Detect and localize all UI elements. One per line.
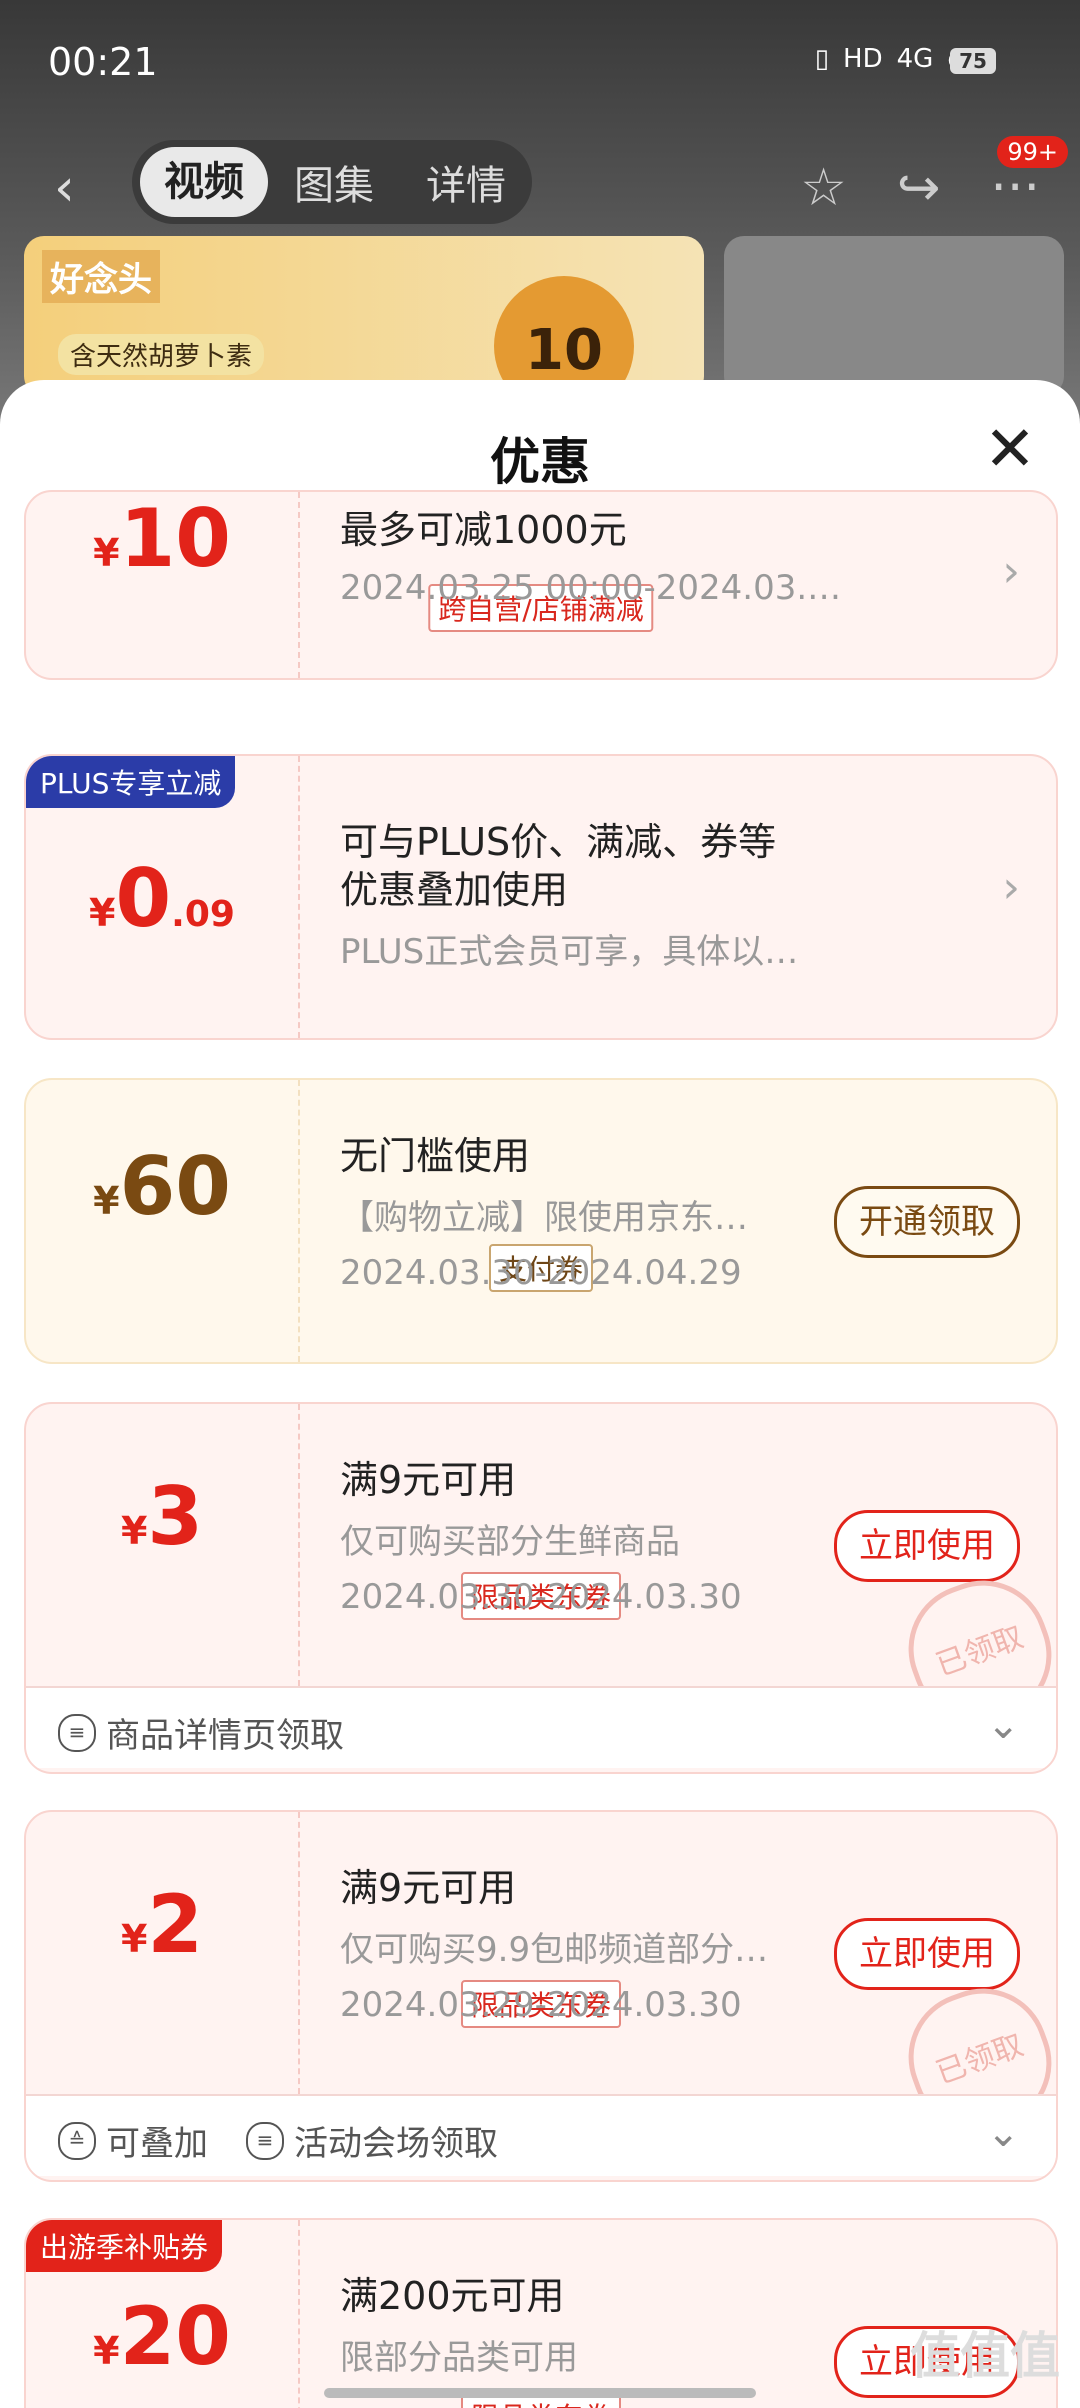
coupon-date: 2024.03.30-2024.03.30 (340, 1577, 742, 1617)
coupon-source: 商品详情页领取 (106, 1716, 344, 1756)
coupon-date: 2024.03.29-2024.03.30 (340, 1985, 742, 2025)
message-badge: 99+ (997, 136, 1068, 168)
plus-tag: PLUS专享立减 (26, 756, 236, 808)
ticket-icon: ≡ (58, 1713, 96, 1752)
share-icon[interactable]: ↪ (897, 158, 941, 218)
discount-sheet: 优惠 ✕ ¥10 跨自营/店铺满减 最多可减1000元 2024.03.25 0… (0, 380, 1080, 2408)
back-icon[interactable]: ‹ (54, 158, 75, 218)
tab-video[interactable]: 视频 (140, 147, 268, 217)
coupon-title: 无门槛使用 (340, 1134, 531, 1178)
stack-icon: ≙ (58, 2121, 96, 2160)
coupon-title: 满200元可用 (340, 2274, 565, 2318)
travel-subsidy-tag: 出游季补贴券 (26, 2220, 223, 2272)
coupon-card[interactable]: 出游季补贴券 ¥20 限品类东券 满200元可用 限部分品类可用 立即使用 (24, 2218, 1058, 2408)
hd-icon: HD (843, 44, 883, 74)
vibrate-icon: ▯ (814, 44, 830, 74)
coupon-desc: PLUS正式会员可享，具体以… (340, 932, 799, 972)
home-indicator[interactable] (324, 2388, 756, 2398)
tab-gallery[interactable]: 图集 (268, 153, 400, 211)
status-time: 00:21 (48, 40, 158, 84)
coupon-desc: 【购物立减】限使用京东… (340, 1198, 748, 1238)
coupon-card[interactable]: ¥2 限品类东券 满9元可用 仅可购买9.9包邮频道部分… 2024.03.29… (24, 1810, 1058, 2182)
coupon-card[interactable]: PLUS专享立减 ¥0.09 可与PLUS价、满减、券等 优惠叠加使用 PLUS… (24, 754, 1058, 1040)
coupon-card[interactable]: ¥10 跨自营/店铺满减 最多可减1000元 2024.03.25 00:00-… (24, 490, 1058, 680)
coupon-stackable: 可叠加 (106, 2124, 208, 2164)
ticket-icon: ≡ (246, 2121, 284, 2160)
coupon-title: 最多可减1000元 (340, 508, 627, 552)
product-thumbnail (724, 236, 1064, 396)
chevron-down-icon[interactable]: ⌄ (986, 2110, 1020, 2156)
coupon-desc: 仅可购买9.9包邮频道部分… (340, 1930, 769, 1970)
battery-icon: 75 (950, 48, 996, 74)
use-now-button[interactable]: 立即使用 (834, 1510, 1020, 1582)
coupon-date: 2024.03.25 00:00-2024.03.… (340, 568, 842, 608)
watermark: 值值值 (910, 2327, 1060, 2385)
chevron-right-icon: › (1002, 546, 1020, 597)
coupon-card[interactable]: ¥60 支付券 无门槛使用 【购物立减】限使用京东… 2024.03.30-20… (24, 1078, 1058, 1364)
use-now-button[interactable]: 立即使用 (834, 1918, 1020, 1990)
sheet-title: 优惠 (490, 433, 590, 491)
coupon-desc: 仅可购买部分生鲜商品 (340, 1522, 680, 1562)
star-icon[interactable]: ☆ (800, 158, 847, 218)
brand-logo: 好念头 (42, 250, 160, 303)
coupon-card[interactable]: ¥3 限品类东券 满9元可用 仅可购买部分生鲜商品 2024.03.30-202… (24, 1402, 1058, 1774)
coupon-title: 可与PLUS价、满减、券等 (340, 820, 777, 864)
chevron-down-icon[interactable]: ⌄ (986, 1702, 1020, 1748)
chevron-right-icon: › (1002, 862, 1020, 913)
coupon-title: 满9元可用 (340, 1458, 517, 1502)
status-bar: 00:21 ▯ HD 4G ◔ 75 (0, 0, 1080, 120)
coupon-title: 满9元可用 (340, 1866, 517, 1910)
coupon-date: 2024.03.30-2024.04.29 (340, 1253, 742, 1293)
claim-button[interactable]: 开通领取 (834, 1186, 1020, 1258)
coupon-source: 活动会场领取 (294, 2124, 498, 2164)
product-banner: 好念头 含天然胡萝卜素 10 (24, 236, 704, 396)
coupon-title-line2: 优惠叠加使用 (340, 868, 569, 912)
media-tabs: 视频 图集 详情 (132, 140, 532, 224)
close-icon[interactable]: ✕ (984, 418, 1036, 480)
product-nav-bar: ‹ 视频 图集 详情 ☆ ↪ ··· 99+ (0, 136, 1080, 230)
network-icon: 4G (896, 44, 934, 74)
banner-feature: 含天然胡萝卜素 (58, 334, 265, 375)
coupon-desc: 限部分品类可用 (340, 2338, 578, 2378)
tab-details[interactable]: 详情 (400, 153, 532, 211)
banner-count: 10 (494, 276, 634, 396)
